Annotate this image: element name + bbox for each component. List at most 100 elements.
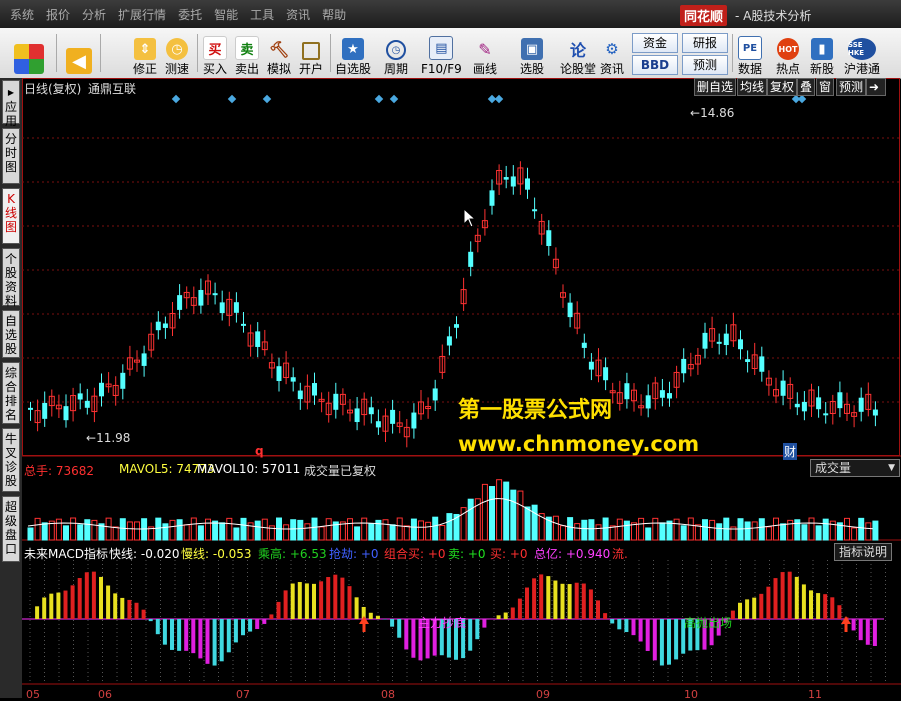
news-button[interactable]: ⚙ 资讯 bbox=[600, 30, 624, 76]
remove-watchlist-button[interactable]: 删自选 bbox=[694, 78, 736, 96]
window-button[interactable]: 窗 bbox=[816, 78, 834, 96]
candle-body-down bbox=[163, 323, 168, 327]
menu-system[interactable]: 系统 bbox=[4, 0, 40, 28]
volume-bar bbox=[447, 514, 452, 540]
hk-connect-button[interactable]: SSE HKE 沪港通 bbox=[844, 30, 880, 76]
ma-button[interactable]: 均线 bbox=[737, 78, 767, 96]
forum-button[interactable]: 论 论股堂 bbox=[560, 30, 596, 76]
volume-bar bbox=[78, 525, 83, 540]
macd-bar bbox=[149, 619, 153, 621]
macd-bar bbox=[653, 619, 657, 660]
tab-apps[interactable]: ▶应用 bbox=[2, 80, 20, 124]
open-account-button[interactable]: 开户 bbox=[299, 30, 323, 76]
volume-bar bbox=[575, 524, 580, 540]
volume-indicator-select[interactable]: 成交量▼ bbox=[810, 459, 900, 477]
macd-bar bbox=[397, 619, 401, 638]
menu-smart[interactable]: 智能 bbox=[208, 0, 244, 28]
adjust-button[interactable]: 复权 bbox=[767, 78, 797, 96]
tab-intraday[interactable]: 分时图 bbox=[2, 128, 20, 184]
x-tick-label: 11 bbox=[808, 688, 822, 701]
menu-quote[interactable]: 报价 bbox=[40, 0, 76, 28]
layout-button[interactable] bbox=[14, 30, 44, 76]
x-tick-label: 07 bbox=[236, 688, 250, 701]
macd-bar bbox=[42, 597, 46, 619]
macd-bar bbox=[411, 619, 415, 658]
forecast-button[interactable]: 预测 bbox=[682, 55, 728, 75]
stock-chart[interactable] bbox=[22, 78, 901, 698]
menu-tools[interactable]: 工具 bbox=[244, 0, 280, 28]
macd-bar bbox=[852, 619, 856, 630]
menu-news[interactable]: 资讯 bbox=[280, 0, 316, 28]
tab-diagnosis-label: 牛叉诊股 bbox=[5, 432, 17, 488]
volume-bar bbox=[632, 523, 637, 540]
draw-line-button[interactable]: ✎ 画线 bbox=[473, 30, 497, 76]
volume-bar bbox=[42, 523, 47, 540]
min-price-value: 11.98 bbox=[96, 431, 130, 445]
data-label: 数据 bbox=[738, 62, 762, 76]
volume-bar bbox=[710, 520, 715, 540]
candle-body-down bbox=[156, 322, 161, 330]
indicator-help-button[interactable]: 指标说明 bbox=[834, 543, 892, 561]
volume-bar bbox=[163, 524, 168, 540]
bbd-button[interactable]: BBD bbox=[632, 55, 678, 75]
expand-arrow-icon[interactable]: ➜ bbox=[866, 78, 886, 96]
tab-super-panel[interactable]: 超级盘口 bbox=[2, 496, 20, 562]
volume-bar bbox=[426, 522, 431, 540]
menu-trade[interactable]: 委托 bbox=[172, 0, 208, 28]
candle-body-down bbox=[78, 393, 83, 399]
macd-bar bbox=[568, 584, 572, 619]
signal-diamond-icon bbox=[798, 95, 806, 103]
volume-bar bbox=[582, 520, 587, 540]
macd-bar bbox=[35, 606, 39, 619]
volume-bar bbox=[156, 518, 161, 540]
candle-body-down bbox=[546, 230, 551, 246]
volume-bar bbox=[759, 519, 764, 540]
period-button[interactable]: ◷ 周期 bbox=[384, 30, 408, 76]
new-stock-button[interactable]: ▮ 新股 bbox=[810, 30, 834, 76]
candle-body-down bbox=[85, 401, 90, 408]
volume-bar bbox=[468, 499, 473, 540]
sell-label: 卖出 bbox=[235, 62, 259, 76]
news-label: 资讯 bbox=[600, 62, 624, 76]
marker-finance[interactable]: 财 bbox=[783, 443, 797, 460]
volume-bar bbox=[298, 520, 303, 540]
correct-button[interactable]: ⇕ 修正 bbox=[133, 30, 157, 76]
volume-bar bbox=[127, 522, 132, 540]
menu-help[interactable]: 帮助 bbox=[316, 0, 352, 28]
stock-screen-button[interactable]: ▣ 选股 bbox=[520, 30, 544, 76]
watchlist-button[interactable]: ★ 自选股 bbox=[335, 30, 371, 76]
volume-bar bbox=[482, 484, 487, 540]
tab-diagnosis[interactable]: 牛叉诊股 bbox=[2, 428, 20, 492]
candle-body-down bbox=[291, 377, 296, 381]
tab-stock-profile[interactable]: 个股资料 bbox=[2, 248, 20, 306]
toolbar: ◀ ⇕ 修正 ◷ 测速 买 买入 卖 卖出 🔨︎ 模拟 开户 ★ 自选股 ◷ 周… bbox=[0, 28, 901, 79]
volume-bar bbox=[490, 487, 495, 540]
macd-bar bbox=[326, 577, 330, 619]
macd-bar bbox=[369, 613, 373, 619]
hot-button[interactable]: HOT 热点 bbox=[776, 30, 800, 76]
volume-bars bbox=[28, 480, 878, 540]
macd-bar bbox=[859, 619, 863, 640]
candle-body-down bbox=[795, 404, 800, 407]
sell-button[interactable]: 卖 卖出 bbox=[235, 30, 259, 76]
f10-button[interactable]: ▤ F10/F9 bbox=[421, 30, 462, 76]
menu-extended-quote[interactable]: 扩展行情 bbox=[112, 0, 172, 28]
fund-button[interactable]: 资金 bbox=[632, 33, 678, 53]
back-button[interactable]: ◀ bbox=[66, 30, 92, 76]
predict-button[interactable]: 预测 bbox=[836, 78, 866, 96]
speed-test-button[interactable]: ◷ 测速 bbox=[165, 30, 189, 76]
research-button[interactable]: 研报 bbox=[682, 33, 728, 53]
data-button[interactable]: PE 数据 bbox=[738, 30, 762, 76]
macd-bar bbox=[56, 593, 60, 619]
menu-analysis[interactable]: 分析 bbox=[76, 0, 112, 28]
simulate-button[interactable]: 🔨︎ 模拟 bbox=[267, 30, 291, 76]
tab-ranking[interactable]: 综合排名 bbox=[2, 362, 20, 424]
correct-label: 修正 bbox=[133, 62, 157, 76]
tab-watchlist[interactable]: 自选股 bbox=[2, 310, 20, 358]
tab-kline[interactable]: K线图 bbox=[2, 188, 20, 244]
macd-bar bbox=[539, 574, 543, 619]
macd-bar bbox=[163, 619, 167, 645]
overlay-button[interactable]: 叠 bbox=[797, 78, 815, 96]
volume-bar bbox=[234, 528, 239, 540]
buy-button[interactable]: 买 买入 bbox=[203, 30, 227, 76]
